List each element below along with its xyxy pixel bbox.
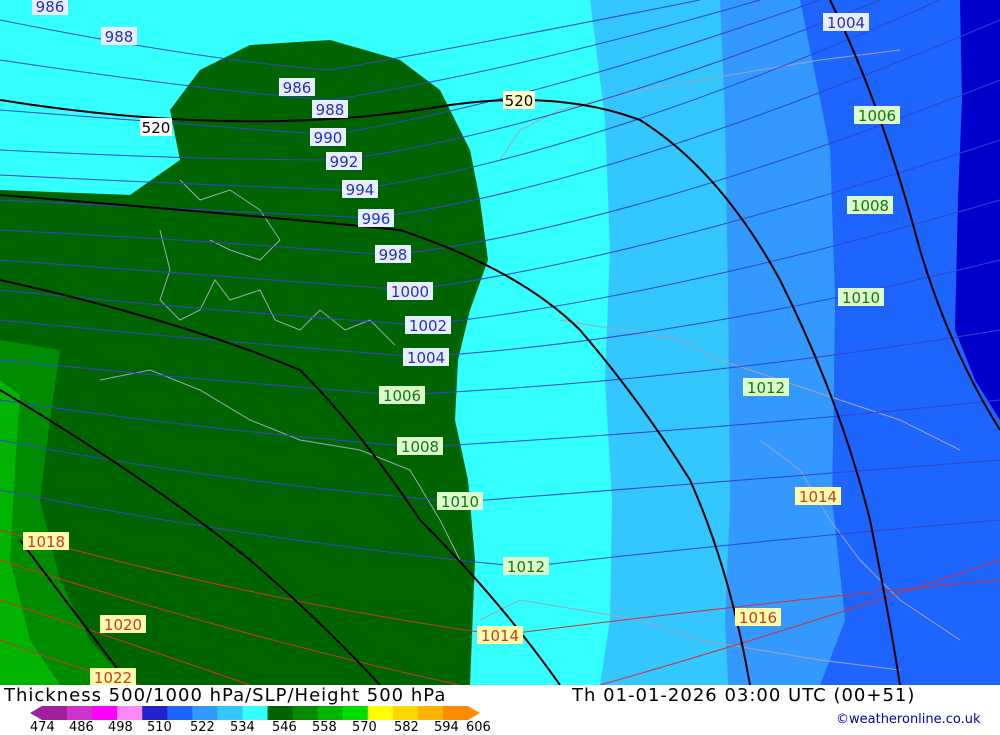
svg-text:1012: 1012 xyxy=(507,558,545,576)
svg-text:996: 996 xyxy=(362,210,391,228)
svg-text:1016: 1016 xyxy=(739,609,777,627)
scale-swatch xyxy=(167,706,193,720)
scale-swatch xyxy=(217,706,243,720)
label-992: 992 xyxy=(326,152,362,171)
svg-text:520: 520 xyxy=(505,92,534,110)
scale-swatch xyxy=(392,706,419,720)
scale-swatch xyxy=(142,706,168,720)
map-footer: Thickness 500/1000 hPa/SLP/Height 500 hP… xyxy=(0,685,1000,735)
scale-swatch xyxy=(117,706,143,720)
scale-swatch xyxy=(92,706,118,720)
svg-text:988: 988 xyxy=(105,28,134,46)
svg-text:1022: 1022 xyxy=(94,669,132,685)
scale-swatch xyxy=(367,706,394,720)
svg-text:1000: 1000 xyxy=(391,283,429,301)
label-1000: 1000 xyxy=(387,282,433,301)
scale-swatch xyxy=(42,706,68,720)
scale-arrow-left xyxy=(30,706,42,720)
label-994: 994 xyxy=(342,180,378,199)
svg-text:986: 986 xyxy=(36,0,65,16)
field-light-blue xyxy=(590,0,730,685)
svg-text:1014: 1014 xyxy=(799,488,837,506)
label-1008: 1008 xyxy=(397,437,443,456)
label-1010: 1010 xyxy=(437,492,483,511)
label-996: 996 xyxy=(358,209,394,228)
scale-swatch xyxy=(317,706,344,720)
scale-swatch xyxy=(342,706,369,720)
svg-text:990: 990 xyxy=(314,129,343,147)
label-1012-right: 1012 xyxy=(743,378,789,397)
label-998: 998 xyxy=(375,245,411,264)
svg-text:1020: 1020 xyxy=(104,616,142,634)
scale-swatch xyxy=(67,706,93,720)
svg-text:520: 520 xyxy=(142,119,171,137)
label-520-b: 520 xyxy=(503,91,535,110)
svg-text:1008: 1008 xyxy=(401,438,439,456)
label-1014: 1014 xyxy=(477,626,523,645)
label-1018: 1018 xyxy=(23,532,69,551)
svg-text:1010: 1010 xyxy=(842,289,880,307)
label-988: 988 xyxy=(312,100,348,119)
scale-swatch xyxy=(192,706,218,720)
label-988-top: 988 xyxy=(101,27,137,46)
color-scale xyxy=(30,706,480,720)
svg-text:1006: 1006 xyxy=(383,387,421,405)
weather-map: 520 520 986 988 986 988 990 992 994 996 … xyxy=(0,0,1000,685)
label-1012: 1012 xyxy=(503,557,549,576)
svg-text:1002: 1002 xyxy=(409,317,447,335)
svg-text:994: 994 xyxy=(346,181,375,199)
label-1002: 1002 xyxy=(405,316,451,335)
scale-swatch xyxy=(292,706,319,720)
label-986: 986 xyxy=(279,78,315,97)
svg-text:1008: 1008 xyxy=(851,197,889,215)
svg-text:1004: 1004 xyxy=(827,14,865,32)
scale-swatch xyxy=(442,706,469,720)
label-1016: 1016 xyxy=(735,608,781,627)
svg-text:986: 986 xyxy=(283,79,312,97)
label-1006-right: 1006 xyxy=(854,106,900,125)
svg-text:988: 988 xyxy=(316,101,345,119)
svg-text:1004: 1004 xyxy=(407,349,445,367)
label-1010-right: 1010 xyxy=(838,288,884,307)
label-1020: 1020 xyxy=(100,615,146,634)
credit-link[interactable]: ©weatheronline.co.uk xyxy=(836,712,981,727)
valid-time: Th 01-01-2026 03:00 UTC (00+51) xyxy=(572,685,916,706)
label-990: 990 xyxy=(310,128,346,147)
svg-text:1018: 1018 xyxy=(27,533,65,551)
scale-swatch xyxy=(267,706,294,720)
scale-swatch xyxy=(242,706,269,720)
scale-swatch xyxy=(417,706,444,720)
map-title: Thickness 500/1000 hPa/SLP/Height 500 hP… xyxy=(4,685,447,706)
svg-text:1012: 1012 xyxy=(747,379,785,397)
label-1004-right: 1004 xyxy=(823,13,869,32)
label-986-corner: 986 xyxy=(32,0,68,16)
svg-text:1010: 1010 xyxy=(441,493,479,511)
label-520-a: 520 xyxy=(140,118,172,137)
svg-text:1014: 1014 xyxy=(481,627,519,645)
svg-text:992: 992 xyxy=(330,153,359,171)
svg-text:998: 998 xyxy=(379,246,408,264)
svg-text:1006: 1006 xyxy=(858,107,896,125)
scale-arrow-right xyxy=(468,706,480,720)
label-1022: 1022 xyxy=(90,668,136,685)
label-1006: 1006 xyxy=(379,386,425,405)
label-1014-right: 1014 xyxy=(795,487,841,506)
label-1004: 1004 xyxy=(403,348,449,367)
label-1008-right: 1008 xyxy=(847,196,893,215)
